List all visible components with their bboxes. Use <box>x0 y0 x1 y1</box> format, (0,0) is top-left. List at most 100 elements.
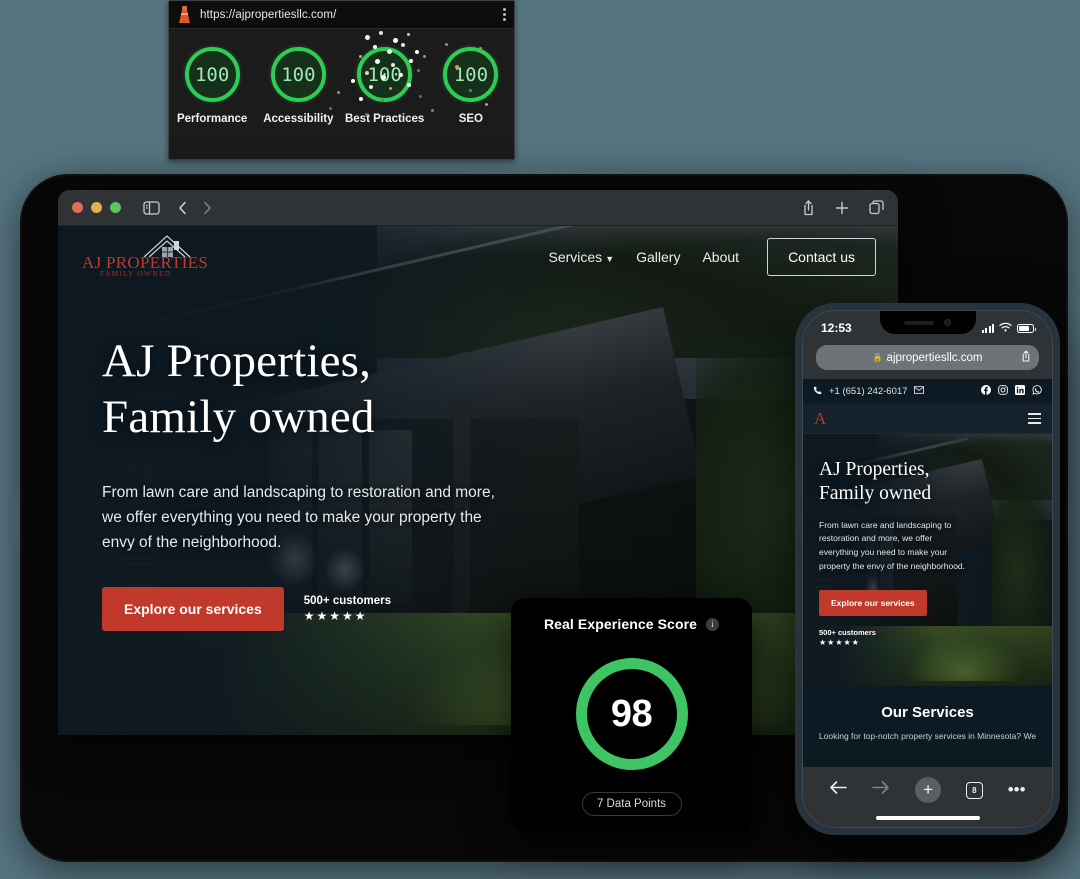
phone-url-text: ajpropertiesllc.com <box>886 351 983 364</box>
lighthouse-score-seo: 100 SEO <box>431 47 511 127</box>
social-links <box>981 385 1042 398</box>
plus-icon[interactable]: + <box>915 777 942 803</box>
traffic-light-buttons[interactable] <box>72 202 121 213</box>
real-experience-score-card: Real Experience Score i 98 7 Data Points <box>511 598 752 832</box>
mobile-hero-paragraph: From lawn care and landscaping to restor… <box>819 519 966 571</box>
website-viewport: AJ PROPERTIES FAMILY OWNED Services ▼ Gal… <box>58 226 898 735</box>
hero-title-line2: Family owned <box>102 390 375 443</box>
nav-item-gallery[interactable]: Gallery <box>636 249 680 265</box>
phone-icon <box>813 386 822 398</box>
sidebar-icon[interactable] <box>143 200 160 215</box>
hero-cta-row: Explore our services 500+ customers ★★★★… <box>102 587 528 632</box>
back-button[interactable] <box>178 201 187 215</box>
explore-services-button[interactable]: Explore our services <box>102 587 284 632</box>
phone-screen: 12:53 🔒 ajpropertiesllc.com +1 (651) 242… <box>802 310 1053 828</box>
score-ring: 100 <box>270 47 326 102</box>
phone-address-bar[interactable]: 🔒 ajpropertiesllc.com <box>816 345 1039 370</box>
nav-item-label: Services <box>548 249 603 265</box>
lighthouse-scores-body: 100 Performance 100 Accessibility 100 Be… <box>169 29 514 159</box>
forward-button[interactable] <box>203 201 212 215</box>
mobile-hero-section: AJ Properties, Family owned From lawn ca… <box>803 434 1052 686</box>
instagram-icon[interactable] <box>998 385 1008 398</box>
hamburger-menu-icon[interactable] <box>1028 413 1041 424</box>
services-heading: Our Services <box>881 704 974 721</box>
score-label: Performance <box>176 113 248 125</box>
linkedin-icon[interactable] <box>1015 385 1025 398</box>
arrow-right-icon[interactable] <box>872 780 890 800</box>
score-label: SEO <box>458 113 484 125</box>
site-contact-bar: +1 (651) 242-6017 <box>803 379 1052 404</box>
logo-text-secondary: FAMILY OWNED <box>100 269 172 278</box>
info-icon[interactable]: i <box>706 617 720 631</box>
phone-url-bar-wrap: 🔒 ajpropertiesllc.com <box>803 345 1052 379</box>
nav-item-services[interactable]: Services ▼ <box>549 249 615 265</box>
lighthouse-icon <box>177 6 192 23</box>
mobile-hero-title: AJ Properties, Family owned <box>819 458 1036 506</box>
mobile-browser-toolbar: + 8 ••• <box>803 767 1052 827</box>
browser-toolbar <box>58 190 898 226</box>
hero-paragraph: From lawn care and landscaping to restor… <box>102 483 495 552</box>
score-card-title: Real Experience Score <box>543 616 698 632</box>
tab-overview-icon[interactable] <box>869 200 884 215</box>
ellipsis-icon[interactable]: ••• <box>1008 780 1026 800</box>
new-tab-icon[interactable] <box>835 201 849 215</box>
star-rating: ★★★★★ <box>303 609 368 624</box>
status-clock: 12:53 <box>821 321 852 335</box>
kebab-menu-icon[interactable] <box>502 8 506 21</box>
social-proof: 500+ customers ★★★★★ <box>304 595 391 623</box>
mobile-hero-title-line1: AJ Properties, <box>819 459 930 480</box>
facebook-icon[interactable] <box>981 385 991 398</box>
score-ring: 100 <box>357 47 413 102</box>
site-logo[interactable]: AJ PROPERTIES FAMILY OWNED <box>82 235 208 279</box>
mobile-customer-count-label: 500+ customers <box>819 627 876 637</box>
phone-notch <box>879 311 976 334</box>
close-button[interactable] <box>72 202 83 213</box>
lighthouse-score-performance: 100 Performance <box>172 47 252 127</box>
score-ring: 100 <box>443 47 499 102</box>
phone-status-bar: 12:53 <box>803 311 1052 345</box>
mobile-site-header: A <box>803 404 1052 434</box>
mobile-hero-title-line2: Family owned <box>819 482 932 504</box>
wifi-icon <box>999 319 1012 337</box>
lighthouse-url-bar[interactable]: https://ajpropertiesllc.com/ <box>169 1 514 29</box>
mobile-logo[interactable]: A <box>814 410 826 427</box>
score-gauge: 98 <box>575 658 688 770</box>
hero-title: AJ Properties, Family owned <box>102 334 528 446</box>
score-ring: 100 <box>184 47 240 102</box>
battery-icon <box>1017 323 1036 333</box>
contact-us-button[interactable]: Contact us <box>767 238 876 276</box>
home-indicator <box>875 816 980 820</box>
cellular-bars-icon <box>981 323 994 333</box>
mobile-device-mockup: 12:53 🔒 ajpropertiesllc.com +1 (651) 242… <box>795 303 1060 835</box>
zoom-button[interactable] <box>110 202 121 213</box>
hero-title-line1: AJ Properties, <box>102 335 372 387</box>
data-points-badge: 7 Data Points <box>581 792 682 816</box>
mobile-services-section: Our Services Looking for top-notch prope… <box>803 686 1052 743</box>
contact-phone-number[interactable]: +1 (651) 242-6017 <box>829 386 907 397</box>
score-value: 98 <box>610 692 653 735</box>
share-icon[interactable] <box>1021 350 1031 365</box>
customer-count-label: 500+ customers <box>303 595 392 608</box>
score-card-header: Real Experience Score i <box>511 598 752 632</box>
lighthouse-score-best-practices: 100 Best Practices <box>345 47 425 127</box>
tab-count-button[interactable]: 8 <box>965 781 983 799</box>
mobile-explore-services-button[interactable]: Explore our services <box>819 589 927 616</box>
services-text: Looking for top-notch property services … <box>818 731 1037 741</box>
nav-links: Services ▼ Gallery About Contact us <box>549 238 876 276</box>
mail-icon[interactable] <box>914 386 925 397</box>
lighthouse-panel: https://ajpropertiesllc.com/ 100 Perform… <box>168 0 515 160</box>
nav-item-about[interactable]: About <box>702 249 739 265</box>
chevron-down-icon: ▼ <box>605 254 615 264</box>
hero-section: AJ Properties, Family owned From lawn ca… <box>58 288 528 632</box>
arrow-left-icon[interactable] <box>829 780 848 800</box>
score-label: Best Practices <box>344 113 425 125</box>
mobile-star-rating: ★★★★★ <box>819 637 860 647</box>
lock-icon: 🔒 <box>872 353 883 362</box>
site-navbar: AJ PROPERTIES FAMILY OWNED Services ▼ Gal… <box>58 226 898 288</box>
minimize-button[interactable] <box>91 202 102 213</box>
mobile-social-proof: 500+ customers ★★★★★ <box>819 628 1036 647</box>
share-icon[interactable] <box>802 199 815 216</box>
lighthouse-score-accessibility: 100 Accessibility <box>258 47 338 127</box>
screenshot-stage: https://ajpropertiesllc.com/ 100 Perform… <box>0 0 1080 879</box>
whatsapp-icon[interactable] <box>1032 385 1042 398</box>
